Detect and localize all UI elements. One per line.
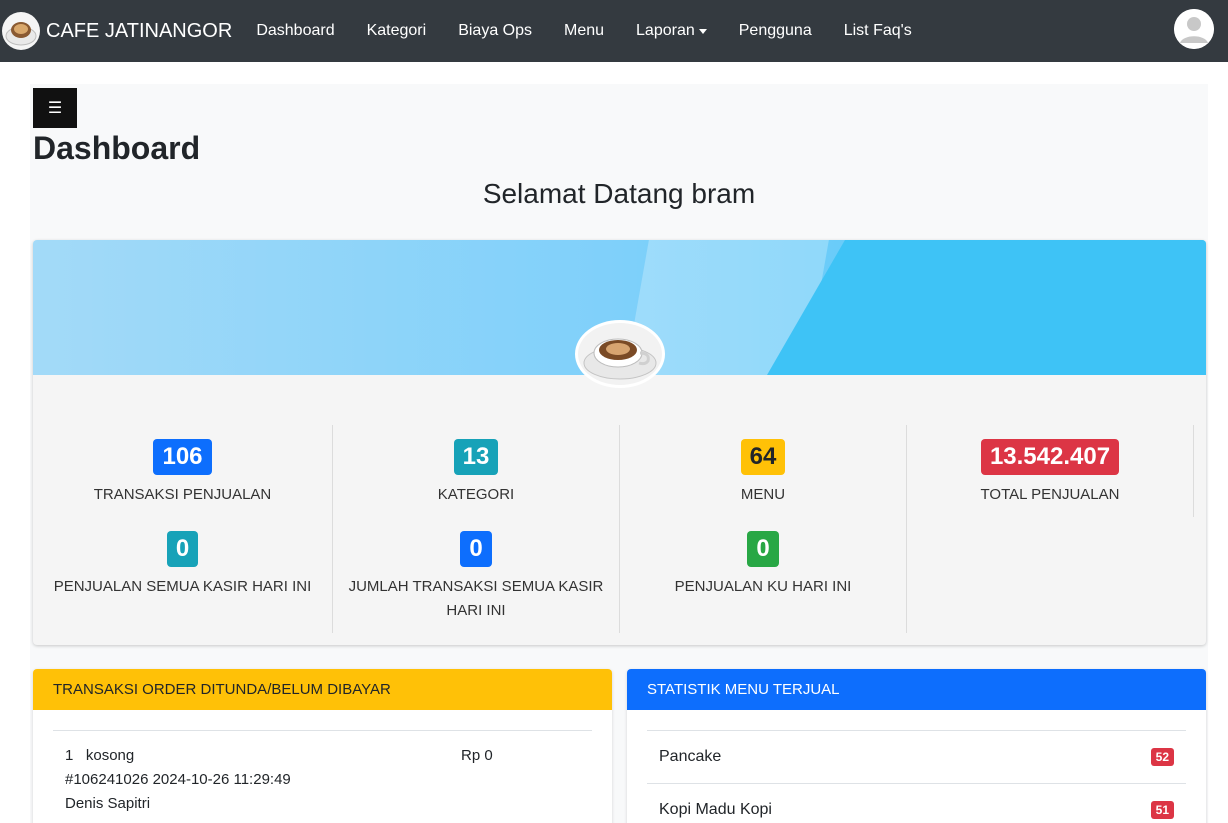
- panel-header: STATISTIK MENU TERJUAL: [627, 669, 1206, 710]
- count-badge: 51: [1150, 801, 1174, 819]
- stat-transaksi-penjualan: 106 TRANSAKSI PENJUALAN: [33, 439, 332, 507]
- stat-label: PENJUALAN SEMUA KASIR HARI INI: [53, 578, 312, 595]
- order-code: #106241026 2024-10-26 11:29:49: [65, 771, 291, 788]
- stat-penjualan-ku: 0 PENJUALAN KU HARI INI: [620, 531, 906, 599]
- stat-kategori: 13 KATEGORI: [333, 439, 619, 507]
- nav-laporan[interactable]: Laporan: [636, 22, 707, 40]
- sidebar-toggle-button[interactable]: ☰: [33, 88, 77, 128]
- nav-menu[interactable]: Menu: [564, 22, 604, 40]
- order-customer: Denis Sapitri: [65, 795, 151, 812]
- stat-badge: 0: [166, 531, 199, 567]
- nav-dashboard[interactable]: Dashboard: [256, 22, 334, 40]
- stat-total-penjualan: 13.542.407 TOTAL PENJUALAN: [907, 439, 1193, 507]
- stat-label: TOTAL PENJUALAN: [980, 486, 1120, 503]
- menu-name: Pancake: [659, 748, 722, 765]
- coffee-cup-icon: [575, 320, 665, 388]
- welcome-message: Selamat Datang bram: [482, 178, 756, 209]
- panel-body: 1 kosong Rp 0 #106241026 2024-10-26 11:2…: [33, 710, 612, 816]
- stat-badge: 64: [740, 439, 786, 475]
- stat-badge: 13: [453, 439, 499, 475]
- stat-penjualan-semua-kasir: 0 PENJUALAN SEMUA KASIR HARI INI: [33, 531, 332, 599]
- nav-pengguna[interactable]: Pengguna: [739, 22, 812, 40]
- page-title: Dashboard: [33, 130, 201, 166]
- stat-menu: 64 MENU: [620, 439, 906, 507]
- stat-label: KATEGORI: [437, 486, 515, 503]
- brand-name: CAFE JATINANGOR: [46, 19, 233, 42]
- nav-kategori[interactable]: Kategori: [367, 22, 427, 40]
- order-price: Rp 0: [461, 747, 493, 764]
- stat-label: PENJUALAN KU HARI INI: [674, 578, 852, 595]
- stat-column-1: 106 TRANSAKSI PENJUALAN 0 PENJUALAN SEMU…: [33, 425, 333, 633]
- list-item[interactable]: Pancake 52: [647, 731, 1186, 784]
- stat-badge: 13.542.407: [980, 439, 1120, 475]
- order-name: kosong: [85, 747, 135, 764]
- stat-column-4: 13.542.407 TOTAL PENJUALAN: [907, 425, 1194, 517]
- stat-column-3: 64 MENU 0 PENJUALAN KU HARI INI: [620, 425, 907, 633]
- nav-laporan-label: Laporan: [636, 22, 695, 39]
- stats-card: 106 TRANSAKSI PENJUALAN 0 PENJUALAN SEMU…: [33, 240, 1206, 645]
- stat-label: TRANSAKSI PENJUALAN: [93, 486, 272, 503]
- count-badge: 52: [1150, 748, 1174, 766]
- stat-column-2: 13 KATEGORI 0 JUMLAH TRANSAKSI SEMUA KAS…: [333, 425, 620, 633]
- caret-down-icon: [698, 28, 707, 34]
- nav-list-faqs[interactable]: List Faq's: [844, 22, 912, 40]
- stat-label: JUMLAH TRANSAKSI SEMUA KASIR HARI INI: [348, 578, 604, 619]
- stat-jumlah-transaksi-kasir: 0 JUMLAH TRANSAKSI SEMUA KASIR HARI INI: [333, 531, 619, 623]
- nav-links: Dashboard Kategori Biaya Ops Menu Lapora…: [256, 22, 943, 40]
- pending-orders-panel: TRANSAKSI ORDER DITUNDA/BELUM DIBAYAR 1 …: [33, 669, 612, 823]
- top-navbar: CAFE JATINANGOR Dashboard Kategori Biaya…: [0, 0, 1228, 62]
- panel-body: Pancake 52 Kopi Madu Kopi 51: [627, 710, 1206, 823]
- user-avatar-icon[interactable]: [1174, 9, 1214, 49]
- stat-badge: 106: [153, 439, 212, 475]
- stat-badge: 0: [747, 531, 779, 567]
- list-item[interactable]: 1 kosong Rp 0 #106241026 2024-10-26 11:2…: [53, 731, 592, 816]
- list-item[interactable]: Kopi Madu Kopi 51: [647, 784, 1186, 823]
- hamburger-icon: ☰: [47, 100, 63, 117]
- cafe-logo-icon: [2, 12, 40, 50]
- menu-stats-panel: STATISTIK MENU TERJUAL Pancake 52 Kopi M…: [627, 669, 1206, 823]
- panel-header: TRANSAKSI ORDER DITUNDA/BELUM DIBAYAR: [33, 669, 612, 710]
- stat-label: MENU: [740, 486, 786, 503]
- brand[interactable]: CAFE JATINANGOR: [0, 0, 232, 62]
- menu-name: Kopi Madu Kopi: [659, 801, 772, 818]
- order-number: 1: [65, 747, 74, 764]
- stat-badge: 0: [460, 531, 492, 567]
- nav-biaya-ops[interactable]: Biaya Ops: [458, 22, 532, 40]
